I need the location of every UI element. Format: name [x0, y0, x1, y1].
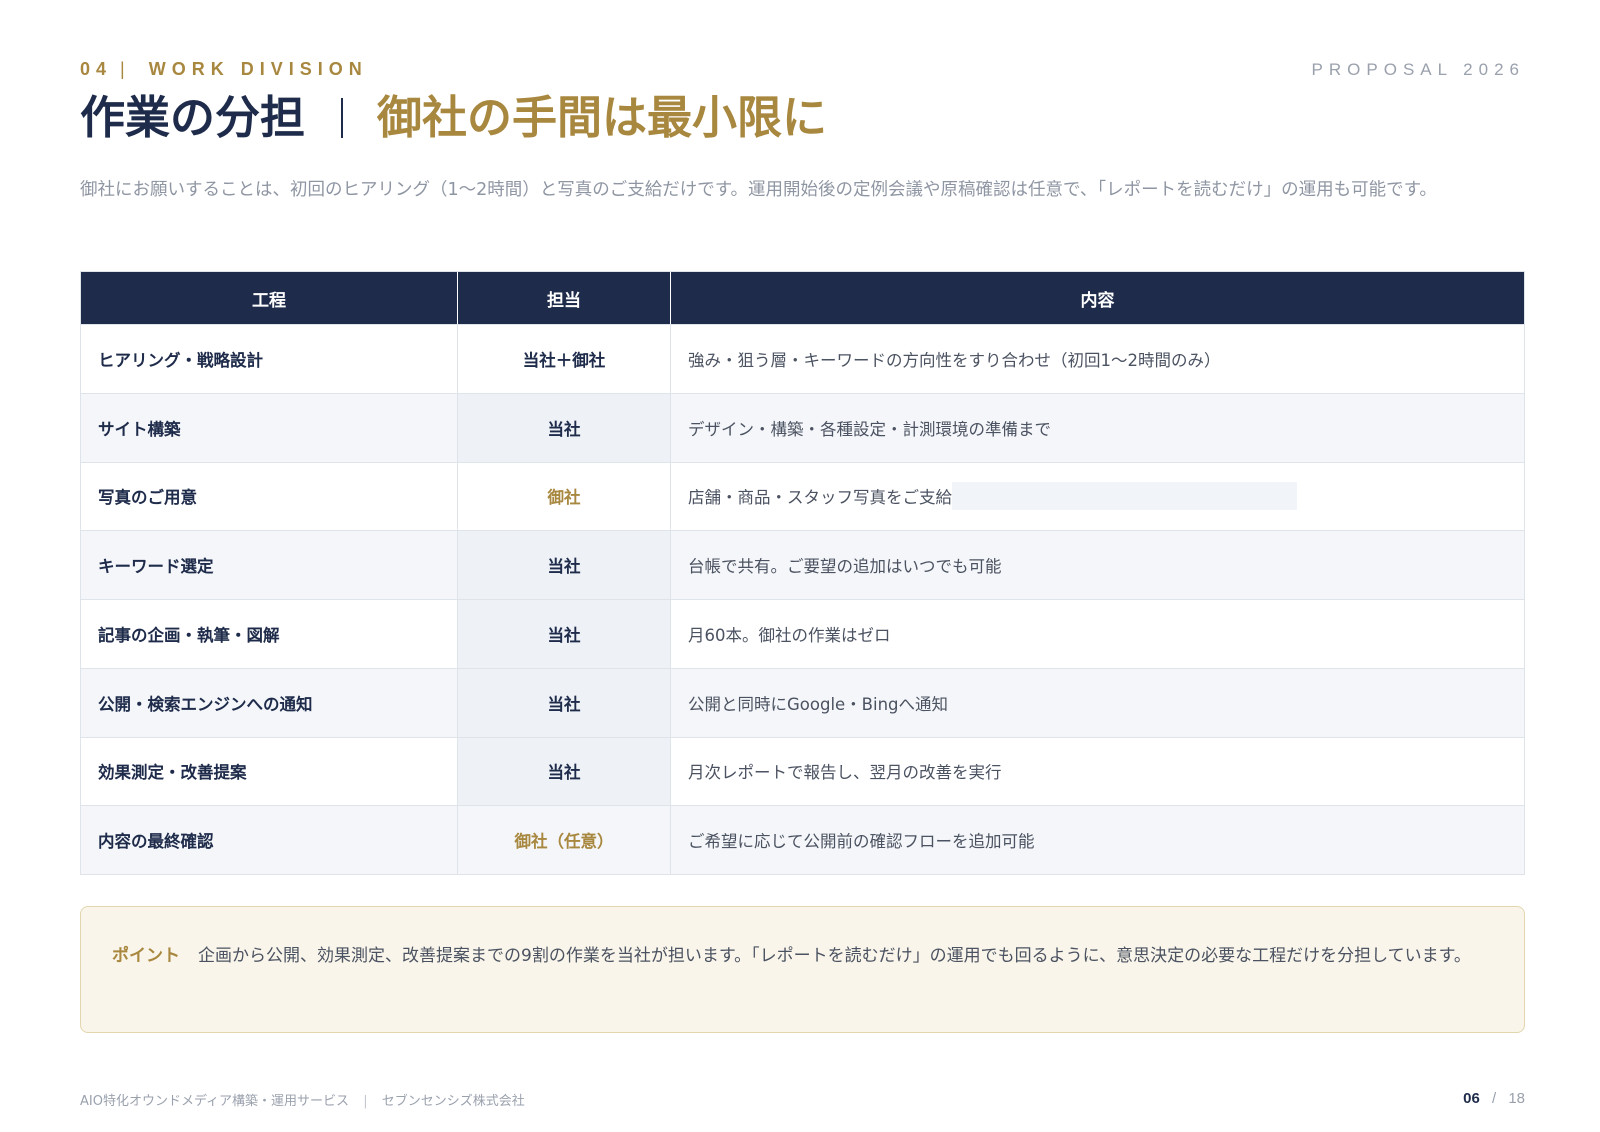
owner-cell: 当社	[458, 668, 671, 737]
footer-separator: |	[363, 1094, 368, 1109]
process-cell: 記事の企画・執筆・図解	[81, 600, 458, 668]
detail-cell: 台帳で共有。ご要望の追加はいつでも可能	[688, 557, 1002, 577]
table-row: ヒアリング・戦略設計 当社＋御社 強み・狙う層・キーワードの方向性をすり合わせ（…	[81, 324, 1524, 393]
process-cell: サイト構築	[81, 393, 458, 462]
owner-cell: 当社	[458, 393, 671, 462]
page-total: 18	[1508, 1090, 1525, 1107]
point-callout: ポイント 企画から公開、効果測定、改善提案までの9割の作業を当社が担います。「レポ…	[80, 906, 1525, 1033]
process-cell: 写真のご用意	[81, 462, 458, 531]
process-cell: キーワード選定	[81, 531, 458, 599]
owner-cell: 御社（任意）	[458, 806, 671, 874]
page-indicator: 06 / 18	[1463, 1090, 1525, 1107]
table-row: 写真のご用意 御社 店舗・商品・スタッフ写真をご支給	[81, 461, 1524, 531]
highlight-bar	[952, 482, 1297, 511]
page-slash: /	[1491, 1090, 1497, 1107]
title-accent: 御社の手間は最小限に	[377, 91, 828, 144]
footer-credit: AIO特化オウンドメディア構築・運用サービス | セブンセンシズ株式会社	[80, 1090, 525, 1109]
proposal-label: PROPOSAL 2026	[1311, 60, 1525, 79]
table-row: キーワード選定 当社 台帳で共有。ご要望の追加はいつでも可能	[81, 530, 1524, 599]
detail-cell: ご希望に応じて公開前の確認フローを追加可能	[688, 832, 1035, 852]
page-current: 06	[1463, 1090, 1480, 1107]
owner-cell: 当社	[458, 737, 671, 806]
detail-cell: 強み・狙う層・キーワードの方向性をすり合わせ（初回1〜2時間のみ）	[688, 350, 1221, 370]
owner-cell: 当社＋御社	[458, 325, 671, 393]
column-header-detail: 内容	[1080, 290, 1115, 311]
owner-cell: 御社	[458, 462, 671, 531]
point-text: 企画から公開、効果測定、改善提案までの9割の作業を当社が担います。「レポートを読…	[198, 946, 1471, 966]
detail-cell: 月60本。御社の作業はゼロ	[688, 625, 891, 645]
process-cell: 内容の最終確認	[81, 806, 458, 874]
detail-cell: デザイン・構築・各種設定・計測環境の準備まで	[688, 419, 1051, 439]
owner-cell: 当社	[458, 600, 671, 668]
point-label: ポイント	[112, 946, 180, 966]
table-row: 効果測定・改善提案 当社 月次レポートで報告し、翌月の改善を実行	[81, 736, 1524, 806]
slide-page: 04 | WORK DIVISION PROPOSAL 2026 作業の分担 御…	[80, 0, 1525, 1132]
title-divider	[341, 97, 344, 138]
table-row: 記事の企画・執筆・図解 当社 月60本。御社の作業はゼロ	[81, 599, 1524, 668]
detail-text: 店舗・商品・スタッフ写真をご支給	[688, 488, 952, 508]
detail-cell: 月次レポートで報告し、翌月の改善を実行	[688, 763, 1002, 783]
section-separator: |	[120, 59, 131, 79]
lead-text: 御社にお願いすることは、初回のヒアリング（1〜2時間）と写真のご支給だけです。運…	[80, 180, 1437, 200]
footer-company: セブンセンシズ株式会社	[381, 1094, 525, 1109]
table-row: 内容の最終確認 御社（任意） ご希望に応じて公開前の確認フローを追加可能	[81, 805, 1524, 874]
process-cell: 効果測定・改善提案	[81, 737, 458, 806]
column-header-owner: 担当	[458, 272, 671, 324]
title-main: 作業の分担	[80, 91, 306, 144]
work-division-table: 工程 担当 内容 ヒアリング・戦略設計 当社＋御社 強み・狙う層・キーワードの方…	[80, 271, 1525, 875]
section-eyebrow: 04 | WORK DIVISION	[80, 59, 368, 80]
process-cell: ヒアリング・戦略設計	[81, 325, 458, 393]
section-name: WORK DIVISION	[148, 59, 368, 79]
section-number: 04	[80, 59, 113, 79]
table-header-row: 工程 担当 内容	[81, 272, 1524, 324]
process-cell: 公開・検索エンジンへの通知	[81, 668, 458, 737]
detail-cell: 店舗・商品・スタッフ写真をご支給	[671, 463, 1524, 531]
owner-cell: 当社	[458, 531, 671, 599]
footer-service: AIO特化オウンドメディア構築・運用サービス	[80, 1094, 350, 1109]
detail-cell: 公開と同時にGoogle・Bingへ通知	[688, 694, 949, 714]
table-row: サイト構築 当社 デザイン・構築・各種設定・計測環境の準備まで	[81, 392, 1524, 462]
page-title: 作業の分担 御社の手間は最小限に	[80, 92, 827, 144]
table-row: 公開・検索エンジンへの通知 当社 公開と同時にGoogle・Bingへ通知	[81, 667, 1524, 737]
column-header-process: 工程	[81, 272, 458, 324]
